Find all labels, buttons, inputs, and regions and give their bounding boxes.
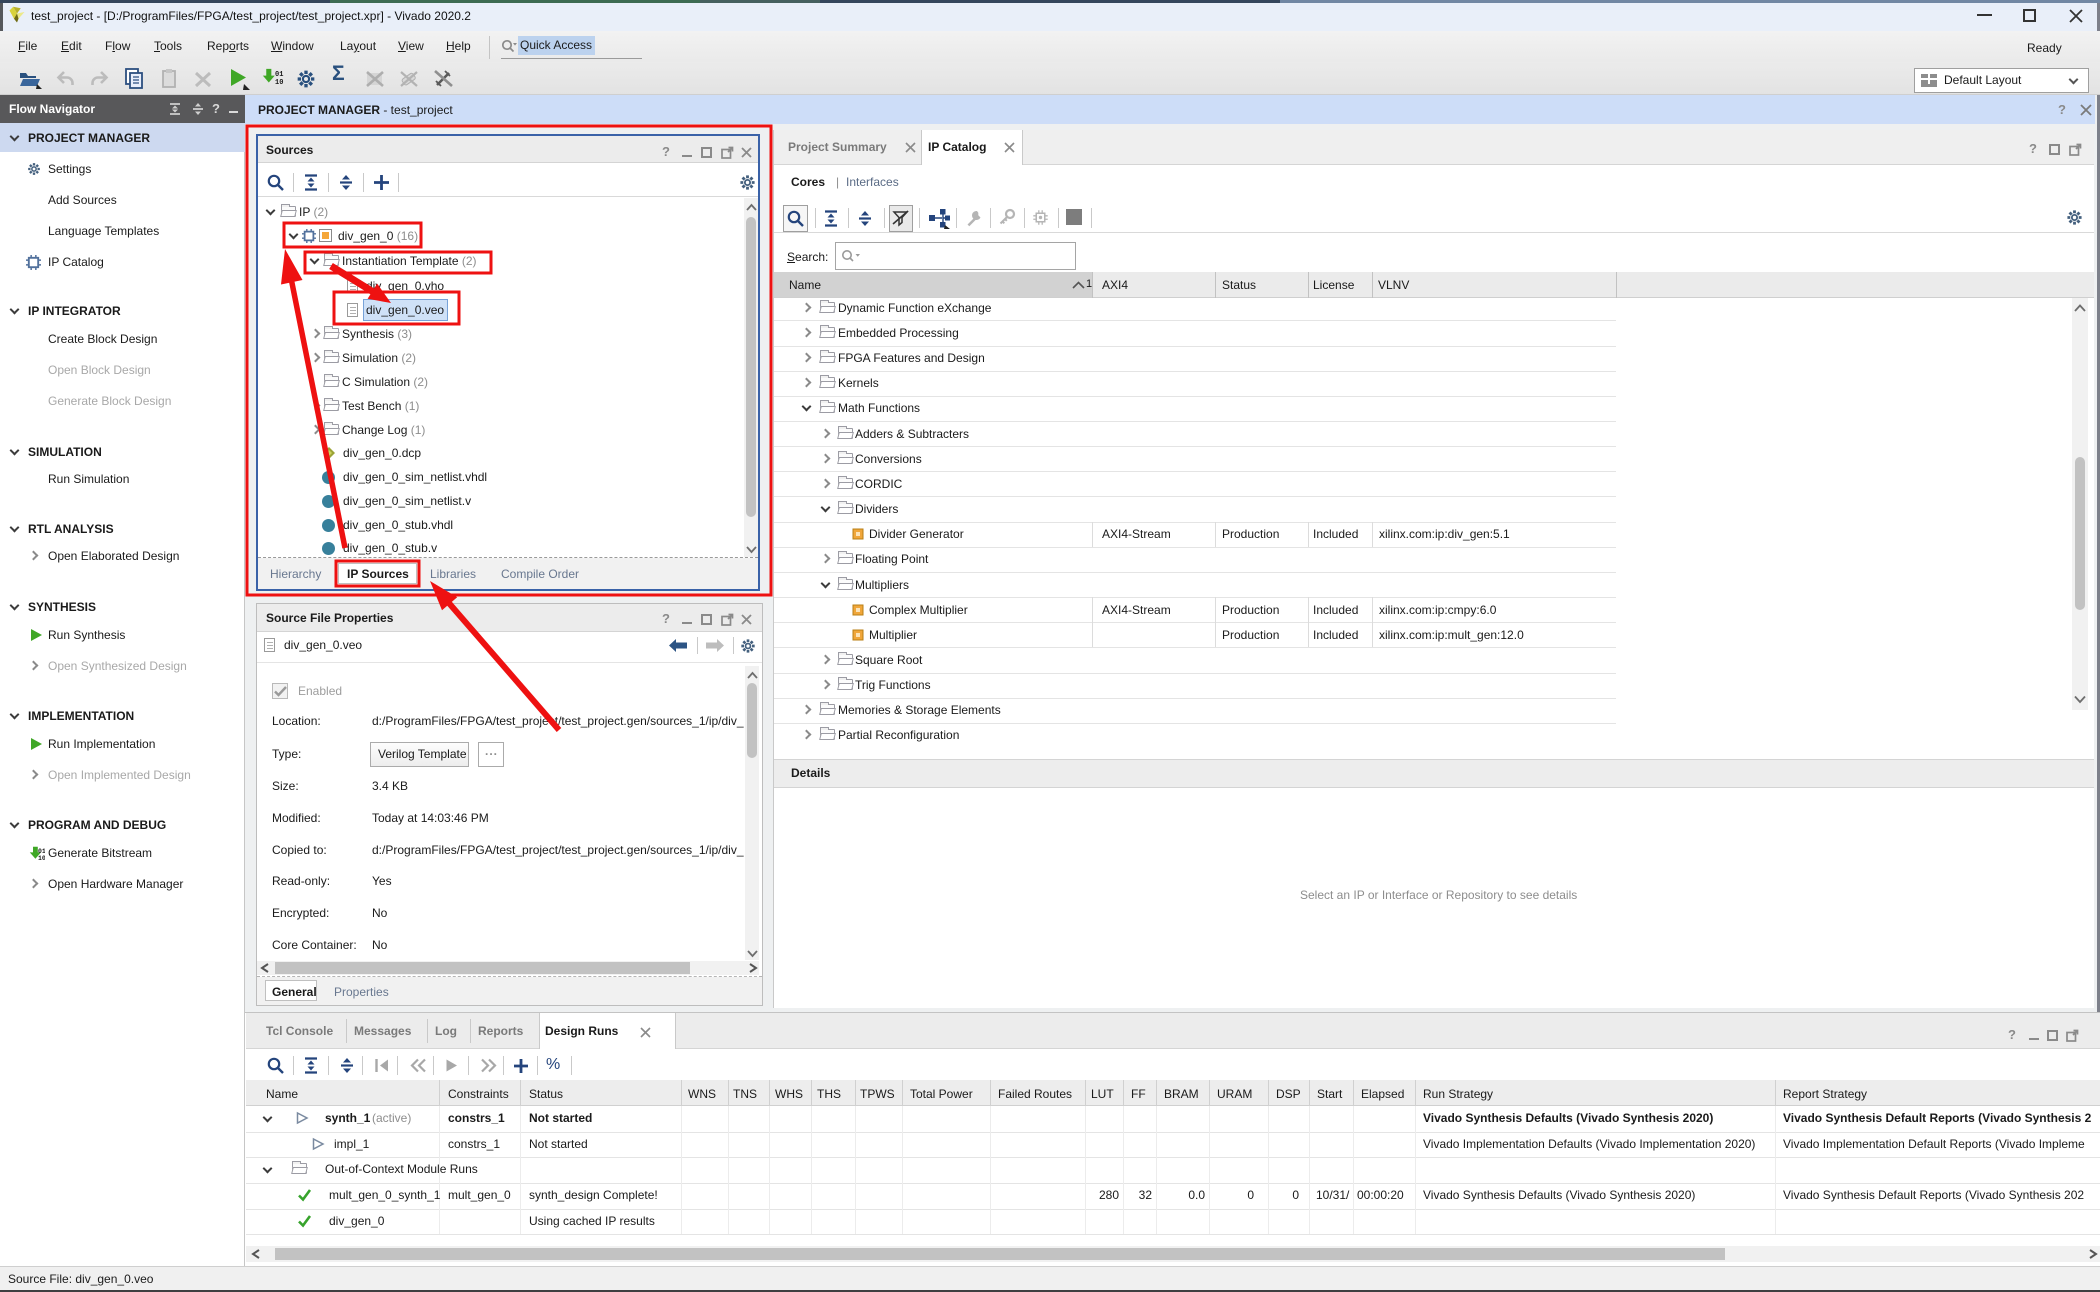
svg-text:01: 01 [275, 71, 283, 79]
svg-text:10: 10 [275, 79, 283, 87]
svg-text:10: 10 [38, 855, 45, 862]
svg-text:01: 01 [38, 848, 45, 855]
